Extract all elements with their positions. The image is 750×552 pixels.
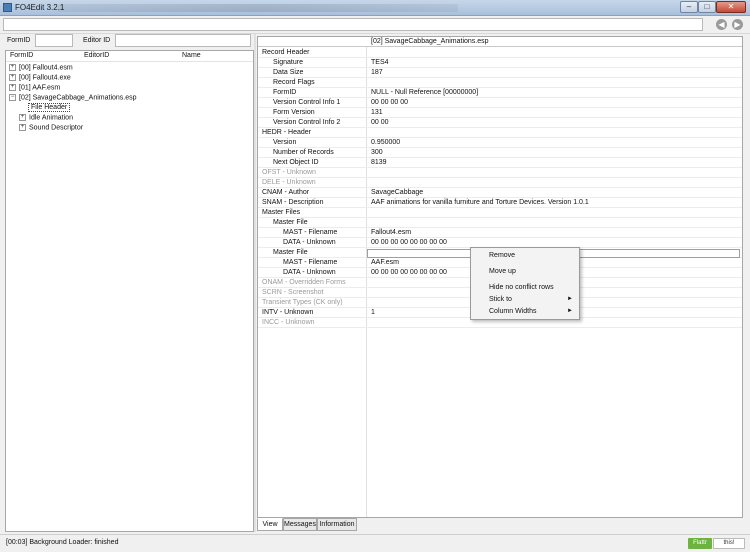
record-row[interactable]: Signature TES4 (258, 58, 742, 68)
record-row[interactable]: Next Object ID 8139 (258, 158, 742, 168)
expand-icon[interactable]: + (9, 74, 16, 81)
tree-node[interactable]: + Idle Animation (19, 114, 73, 124)
expand-icon[interactable]: + (9, 84, 16, 91)
title-bar: FO4Edit 3.2.1 – □ ✕ (0, 0, 750, 16)
record-row[interactable]: HEDR - Header (258, 128, 742, 138)
window-title: FO4Edit 3.2.1 (15, 3, 65, 12)
formid-filter-input[interactable] (35, 34, 73, 47)
submenu-arrow-icon: ► (567, 308, 573, 314)
tree-node[interactable]: + [00] Fallout4.exe (9, 74, 71, 84)
collapse-icon[interactable]: − (9, 94, 16, 101)
record-row[interactable]: Version 0.950000 (258, 138, 742, 148)
flattr-button[interactable]: Flattr (688, 538, 712, 549)
top-bar: ◀ ▶ (0, 16, 750, 34)
editorid-filter-input[interactable] (115, 34, 251, 47)
back-arrow-icon: ◀ (718, 20, 725, 29)
minimize-button[interactable]: – (680, 1, 698, 13)
expand-icon[interactable]: + (19, 114, 26, 121)
back-button[interactable]: ◀ (716, 19, 727, 30)
record-row[interactable]: Master Files (258, 208, 742, 218)
status-bar: [00:03] Background Loader: finished Flat… (0, 534, 750, 552)
editorid-filter-label: Editor ID (83, 37, 111, 44)
blurred-taskbar-area (58, 4, 458, 12)
record-row[interactable]: OFST - Unknown (258, 168, 742, 178)
record-tree[interactable]: FormID EditorID Name + [00] Fallout4.esm … (5, 50, 254, 532)
expand-icon[interactable]: + (19, 124, 26, 131)
menu-item-column-widths[interactable]: Column Widths (489, 308, 536, 315)
maximize-icon: □ (704, 2, 710, 11)
left-pane: FormID Editor ID FormID EditorID Name +[… (5, 34, 254, 532)
forward-button[interactable]: ▶ (732, 19, 743, 30)
app-icon (3, 3, 12, 12)
pane-splitter[interactable] (254, 34, 256, 532)
flattr-this-button[interactable]: this! (713, 538, 745, 549)
record-row[interactable]: DELE - Unknown (258, 178, 742, 188)
close-icon: ✕ (727, 2, 735, 11)
tab-messages[interactable]: Messages (283, 518, 317, 531)
record-row[interactable]: FormID NULL - Null Reference [00000000] (258, 88, 742, 98)
menu-item-stick-to[interactable]: Stick to (489, 296, 512, 303)
menu-item-hide-no-conflict-rows[interactable]: Hide no conflict rows (489, 284, 554, 291)
record-row[interactable]: MAST - Filename Fallout4.esm (258, 228, 742, 238)
record-row[interactable]: Data Size 187 (258, 68, 742, 78)
tree-header: FormID EditorID Name (6, 51, 253, 62)
record-row[interactable]: Form Version 131 (258, 108, 742, 118)
path-input[interactable] (3, 18, 703, 31)
formid-filter-label: FormID (7, 37, 31, 44)
context-menu: Remove Move up Hide no conflict rows Sti… (470, 247, 580, 320)
tree-node[interactable]: + Sound Descriptor (19, 124, 83, 134)
menu-item-move-up[interactable]: Move up (489, 268, 516, 275)
minimize-icon: – (686, 2, 692, 11)
column-header-formid[interactable]: FormID (10, 52, 33, 59)
record-row[interactable]: CNAM - Author SavageCabbage (258, 188, 742, 198)
record-view-header: [02] SavageCabbage_Animations.esp (258, 37, 742, 47)
tree-node[interactable]: + [01] AAF.esm (9, 84, 60, 94)
record-row[interactable]: Version Control Info 1 00 00 00 00 (258, 98, 742, 108)
expand-icon[interactable]: + (9, 64, 16, 71)
column-header-editorid[interactable]: EditorID (84, 52, 109, 59)
tab-information[interactable]: Information (317, 518, 357, 531)
forward-arrow-icon: ▶ (734, 20, 741, 29)
maximize-button[interactable]: □ (698, 1, 716, 13)
tree-node[interactable]: + [00] Fallout4.esm (9, 64, 73, 74)
column-header-name[interactable]: Name (182, 52, 201, 59)
close-button[interactable]: ✕ (716, 1, 746, 13)
submenu-arrow-icon: ► (567, 296, 573, 302)
record-row[interactable]: Version Control Info 2 00 00 (258, 118, 742, 128)
record-row[interactable]: Number of Records 300 (258, 148, 742, 158)
status-text: [00:03] Background Loader: finished (6, 539, 119, 546)
record-row[interactable]: Record Header (258, 48, 742, 58)
record-row[interactable]: Record Flags (258, 78, 742, 88)
menu-item-remove[interactable]: Remove (489, 252, 515, 259)
record-row[interactable]: Master File (258, 218, 742, 228)
record-row[interactable]: SNAM - Description AAF animations for van… (258, 198, 742, 208)
tree-node-selected[interactable]: File Header (28, 103, 71, 114)
tab-view[interactable]: View (257, 518, 283, 531)
